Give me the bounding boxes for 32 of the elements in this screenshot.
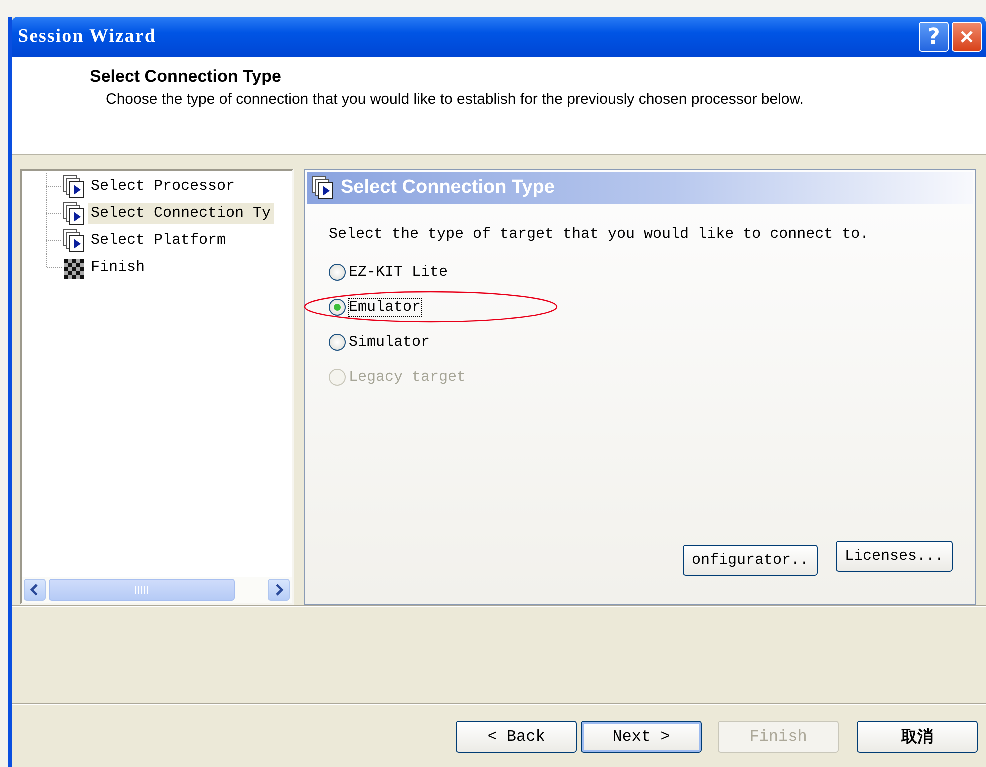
close-icon (960, 30, 974, 44)
radio-option[interactable]: EZ-KIT Lite (329, 261, 448, 283)
page-description: Choose the type of connection that you would like to establish for the previously chosen processor below. (106, 91, 805, 108)
wizard-button[interactable]: 取消 (857, 721, 978, 753)
scroll-left-button[interactable] (24, 579, 46, 601)
scroll-right-button[interactable] (268, 579, 290, 601)
grip-icon (135, 586, 149, 594)
panel-title: Select Connection Type (341, 177, 555, 199)
radio-button[interactable] (329, 264, 346, 280)
horizontal-scrollbar[interactable] (22, 577, 292, 603)
window-title: Session Wizard (18, 26, 156, 48)
tree-connector (46, 173, 62, 200)
tree-item[interactable]: Finish (88, 257, 148, 278)
page-stack-icon (62, 202, 86, 226)
page-stack-icon (62, 174, 86, 198)
wizard-button[interactable]: < Back (456, 721, 577, 753)
page-stack-icon (311, 176, 335, 200)
wizard-button[interactable]: Next > (581, 721, 702, 753)
tree-connector (46, 200, 62, 227)
page-heading: Select Connection Type (90, 67, 282, 87)
instruction-text: Select the type of target that you would like to connect to. (329, 226, 870, 243)
radio-button[interactable] (329, 298, 346, 316)
page-stack-icon (62, 228, 86, 252)
scroll-thumb[interactable] (49, 579, 235, 601)
radio-option[interactable]: Simulator (329, 331, 430, 353)
tree-item[interactable]: Select Processor (88, 176, 238, 197)
radio-button[interactable] (329, 334, 346, 350)
panel-button[interactable]: Licenses... (836, 541, 953, 572)
tree-item[interactable]: Select Platform (88, 230, 230, 251)
close-button[interactable] (952, 22, 982, 52)
tree-item[interactable]: Select Connection Ty (88, 203, 274, 224)
panel-button[interactable]: onfigurator.. (682, 545, 818, 576)
